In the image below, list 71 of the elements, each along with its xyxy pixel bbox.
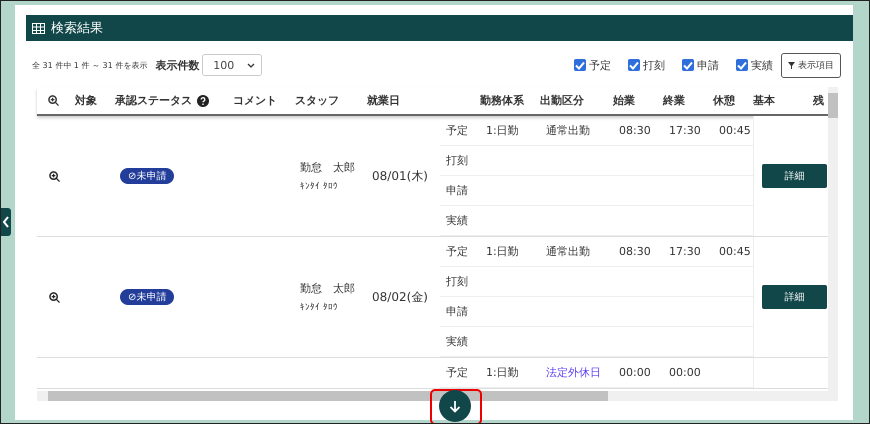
record-type: 申請 — [445, 183, 469, 198]
section-title: 検索結果 — [51, 20, 103, 37]
checkbox[interactable] — [736, 59, 748, 71]
column-header: コメント — [233, 93, 278, 108]
table-cell: 1:日勤 — [486, 245, 519, 258]
table-cell: 08:30 — [619, 124, 651, 137]
result-summary: 全 31 件中 1 件 ～ 31 件を表示 — [32, 60, 148, 70]
column-header: 勤務体系 — [480, 93, 525, 108]
horizontal-scrollbar[interactable] — [37, 391, 838, 401]
checkbox[interactable] — [682, 59, 694, 71]
record-type: 実績 — [445, 213, 469, 228]
column-header: 就業日 — [367, 93, 401, 108]
scroll-down-button[interactable] — [439, 390, 471, 422]
table-cell: 17:30 — [669, 124, 701, 137]
table-cell: 00:45 — [719, 245, 751, 258]
column-header: 休憩 — [713, 93, 736, 108]
record-type: 実績 — [445, 334, 469, 349]
table-cell: 00:45 — [719, 124, 751, 137]
help-icon — [197, 94, 209, 106]
table-cell: 17:30 — [669, 245, 701, 258]
detail-button[interactable]: 詳細 — [762, 164, 827, 188]
work-date: 08/01(木) — [371, 168, 428, 184]
record-type: 予定 — [445, 365, 469, 380]
page-size-label: 表示件数 — [155, 58, 200, 72]
display-items-button[interactable]: 表示項目 — [781, 52, 841, 78]
table-cell: 1:日勤 — [486, 124, 519, 137]
filter-checkbox[interactable]: 予定 — [574, 58, 611, 72]
work-date: 08/02(金) — [371, 288, 428, 306]
caret-icon — [247, 62, 256, 68]
table-cell: 08:30 — [619, 245, 651, 258]
column-header: 始業 — [613, 93, 636, 108]
staff-name: 勤怠 太郎 — [300, 281, 355, 296]
staff-name: 勤怠 太郎 — [300, 160, 355, 175]
attendance-type: 通常出勤 — [546, 124, 590, 137]
filter-icon — [788, 62, 795, 68]
zoom-icon — [48, 95, 59, 106]
zoom-icon[interactable] — [49, 170, 60, 182]
page-size-select[interactable]: 100 — [202, 54, 262, 76]
collapse-tab[interactable] — [1, 208, 11, 236]
column-header: 出勤区分 — [540, 93, 585, 108]
staff-kana: ｷﾝﾀｲ ﾀﾛｳ — [300, 302, 338, 313]
status-badge: ⊘未申請 — [120, 289, 174, 305]
table-cell: 00:00 — [619, 366, 651, 379]
record-type: 打刻 — [445, 274, 469, 289]
record-type: 予定 — [445, 244, 469, 259]
attendance-type: 法定外休日 — [546, 366, 601, 379]
checkbox[interactable] — [628, 59, 640, 71]
record-type: 申請 — [445, 304, 469, 319]
checkbox[interactable] — [574, 59, 586, 71]
detail-button[interactable]: 詳細 — [762, 285, 827, 309]
column-header: 終業 — [663, 93, 686, 108]
attendance-type: 通常出勤 — [546, 245, 590, 258]
table-icon — [32, 22, 45, 34]
filter-checkbox[interactable]: 打刻 — [628, 58, 665, 72]
filter-checkbox[interactable]: 実績 — [736, 58, 773, 72]
vertical-scrollbar[interactable] — [828, 87, 838, 391]
column-header: 基本 — [753, 93, 776, 108]
filter-checkbox[interactable]: 申請 — [682, 58, 719, 72]
record-type: 予定 — [445, 123, 469, 138]
column-header: 承認ステータス — [115, 93, 192, 108]
staff-kana: ｷﾝﾀｲ ﾀﾛｳ — [300, 181, 338, 192]
chevron-left-icon — [2, 216, 10, 228]
column-header: 対象 — [75, 93, 98, 108]
column-header: スタッフ — [295, 93, 340, 108]
record-type: 打刻 — [445, 153, 469, 168]
table-cell: 00:00 — [669, 366, 701, 379]
status-badge: ⊘未申請 — [120, 168, 174, 184]
arrow-down-icon — [449, 400, 461, 412]
table-cell: 1:日勤 — [486, 366, 519, 379]
zoom-icon[interactable] — [49, 292, 60, 302]
column-header: 残 — [813, 93, 825, 108]
